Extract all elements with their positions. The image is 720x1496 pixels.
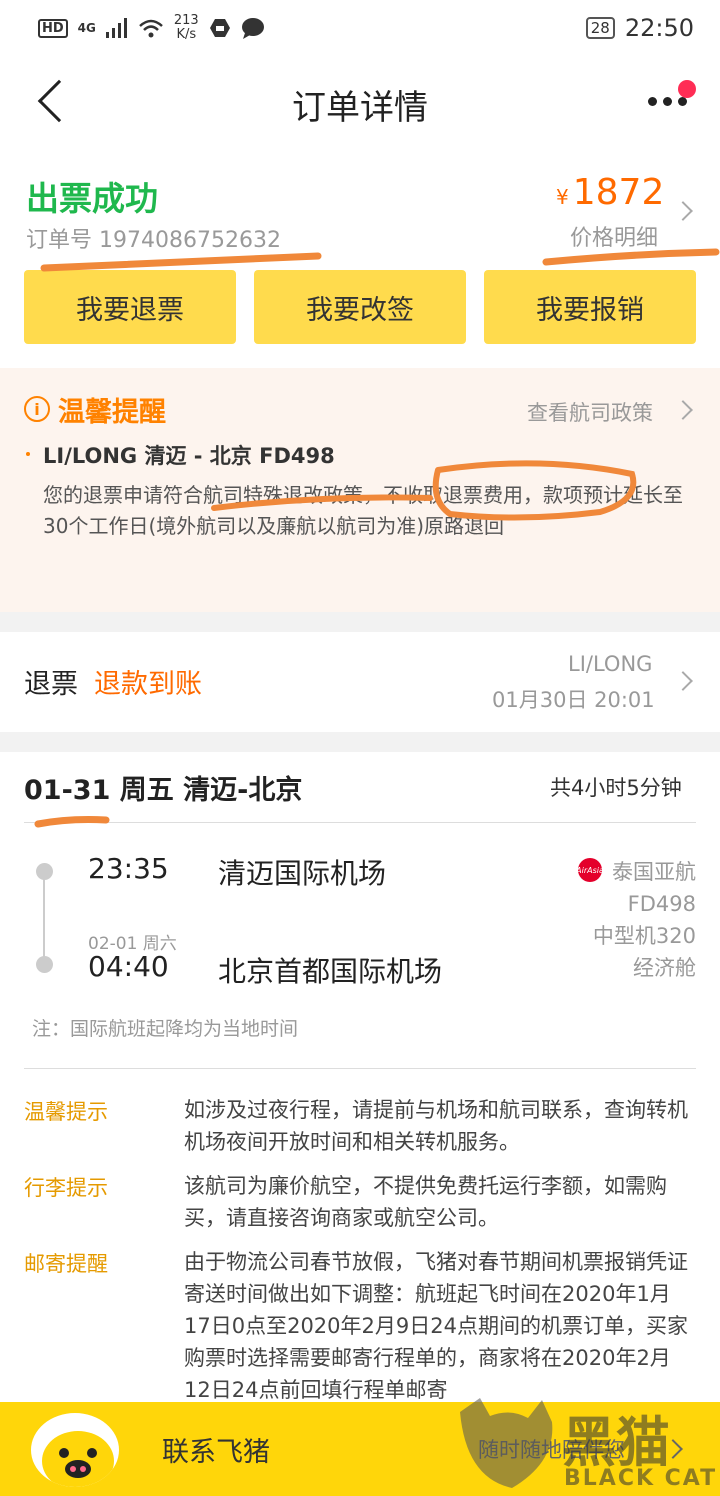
contact-fliggy-label[interactable]: 联系飞猪 <box>162 1430 270 1469</box>
black-cat-watermark: 黑猫 BLACK CAT <box>450 1392 720 1496</box>
annotation-overlay <box>34 248 720 828</box>
fliggy-mascot-icon <box>28 1410 122 1490</box>
